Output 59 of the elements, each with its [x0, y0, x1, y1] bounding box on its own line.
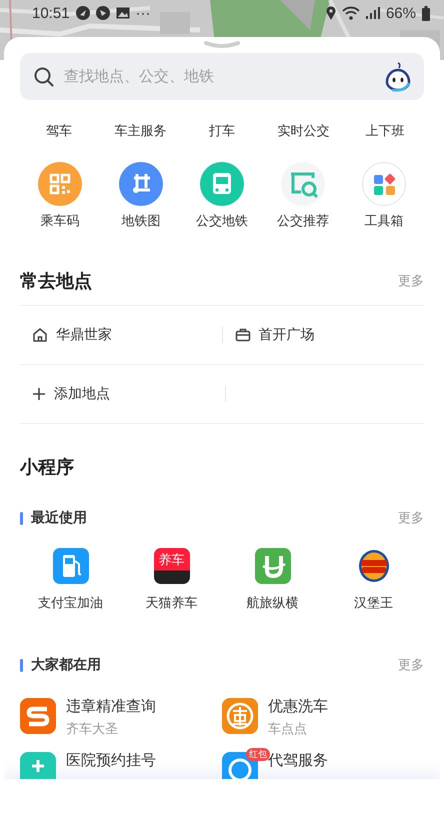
- app-icon: 养车: [154, 548, 190, 584]
- place-item[interactable]: 华鼎世家: [20, 306, 222, 364]
- assistant-icon[interactable]: [384, 62, 412, 92]
- shortcut-button[interactable]: 公交地铁: [186, 162, 258, 230]
- app-icon: [96, 6, 110, 20]
- toolbox-icon: [362, 162, 406, 206]
- quick-tab[interactable]: 实时公交: [268, 122, 338, 140]
- mini-app-button[interactable]: 支付宝加油: [28, 548, 112, 612]
- place-item[interactable]: 首开广场: [222, 306, 424, 364]
- app-icon: [222, 698, 258, 734]
- wifi-icon: [342, 6, 360, 20]
- medical-icon: [20, 752, 56, 779]
- section-title: 常去地点: [20, 270, 92, 293]
- mini-app-item[interactable]: 违章精准查询 齐车大圣: [20, 698, 156, 738]
- search-icon: [34, 66, 54, 86]
- mini-app-item[interactable]: 医院预约挂号: [20, 752, 156, 779]
- briefcase-icon: [234, 327, 250, 343]
- shortcut-button[interactable]: 乘车码: [24, 162, 96, 230]
- quick-tab[interactable]: 车主服务: [106, 122, 176, 140]
- shortcut-button[interactable]: 公交推荐: [267, 162, 339, 230]
- shortcut-button[interactable]: 地铁图: [105, 162, 177, 230]
- mini-app-item[interactable]: 优惠洗车 车点点: [222, 698, 328, 738]
- battery-percentage: 66%: [386, 4, 416, 22]
- quick-tab[interactable]: 驾车: [24, 122, 94, 140]
- subway-icon: [119, 162, 163, 206]
- image-icon: [116, 7, 130, 19]
- battery-icon: [422, 6, 430, 20]
- mini-app-subtitle: 车点点: [268, 720, 308, 738]
- shortcut-button[interactable]: 工具箱: [348, 162, 420, 230]
- bus-search-icon: [281, 162, 325, 206]
- place-item[interactable]: 添加地点: [20, 365, 224, 423]
- app-icon: [254, 548, 290, 584]
- mini-app-button[interactable]: 养车 天猫养车: [130, 548, 214, 612]
- more-indicator: ···: [136, 4, 151, 22]
- status-time: 10:51: [32, 4, 70, 22]
- plus-icon: [32, 387, 46, 401]
- location-icon: [326, 6, 336, 20]
- mini-app-button[interactable]: 汉堡王: [332, 548, 416, 612]
- mini-app-title: 代驾服务: [268, 752, 328, 770]
- qr-code-icon: [38, 162, 82, 206]
- subsection-title: 最近使用: [31, 509, 87, 527]
- mini-app-title: 医院预约挂号: [66, 752, 156, 770]
- mini-app-button[interactable]: 航旅纵横: [230, 548, 314, 612]
- bus-icon: [200, 162, 244, 206]
- fuel-pump-icon: [52, 548, 88, 584]
- app-icon: [20, 698, 56, 734]
- quick-tab[interactable]: 打车: [187, 122, 257, 140]
- app-icon: [76, 6, 90, 20]
- signal-icon: [366, 7, 380, 19]
- mini-app-title: 优惠洗车: [268, 698, 328, 716]
- drag-handle[interactable]: [204, 41, 240, 49]
- mini-app-title: 违章精准查询: [66, 698, 156, 716]
- section-title: 小程序: [20, 456, 75, 479]
- home-icon: [32, 327, 48, 343]
- mini-app-subtitle: 齐车大圣: [66, 720, 119, 738]
- subsection-title: 大家都在用: [31, 656, 101, 674]
- search-field[interactable]: 查找地点、公交、地铁: [62, 67, 376, 86]
- search-bar[interactable]: 查找地点、公交、地铁: [20, 53, 424, 100]
- quick-tab[interactable]: 上下班: [350, 122, 420, 140]
